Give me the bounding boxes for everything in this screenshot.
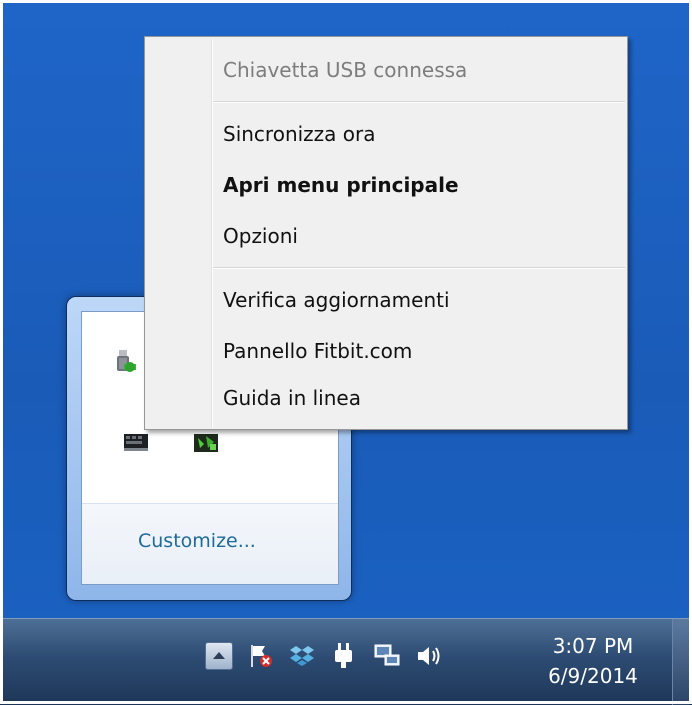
menu-item-usb-status: Chiavetta USB connessa [223,58,468,82]
menu-item-check-updates[interactable]: Verifica aggiornamenti [223,287,450,313]
menu-item-options[interactable]: Opzioni [223,223,298,249]
menu-item-online-help[interactable]: Guida in linea [223,385,361,411]
show-desktop-button[interactable] [672,619,689,705]
taskbar: 3:07 PM 6/9/2014 [0,618,692,705]
keyboard-device-icon[interactable] [122,428,150,456]
action-center-flag-icon[interactable] [247,642,275,670]
fitbit-context-menu: Chiavetta USB connessa Sincronizza ora A… [144,36,628,430]
green-device-icon[interactable] [192,430,220,458]
menu-item-open-main-menu[interactable]: Apri menu principale [223,172,459,198]
menu-item-sync-now[interactable]: Sincronizza ora [223,121,376,147]
menu-separator [213,267,625,269]
clock-time: 3:07 PM [552,634,634,658]
menu-separator [213,101,625,103]
power-plug-icon[interactable] [330,641,358,671]
dropbox-icon[interactable] [288,642,316,670]
customize-area: Customize... [82,504,338,584]
taskbar-clock[interactable]: 3:07 PM 6/9/2014 [528,631,658,691]
network-icon[interactable] [372,642,402,670]
menu-gutter-line [211,39,213,427]
usb-dongle-icon[interactable] [110,348,138,376]
chevron-up-icon [213,652,225,659]
volume-icon[interactable] [415,642,445,670]
menu-item-fitbit-dashboard[interactable]: Pannello Fitbit.com [223,338,412,364]
show-hidden-icons-button[interactable] [205,642,233,670]
clock-date: 6/9/2014 [548,664,638,688]
customize-link[interactable]: Customize... [138,530,256,552]
